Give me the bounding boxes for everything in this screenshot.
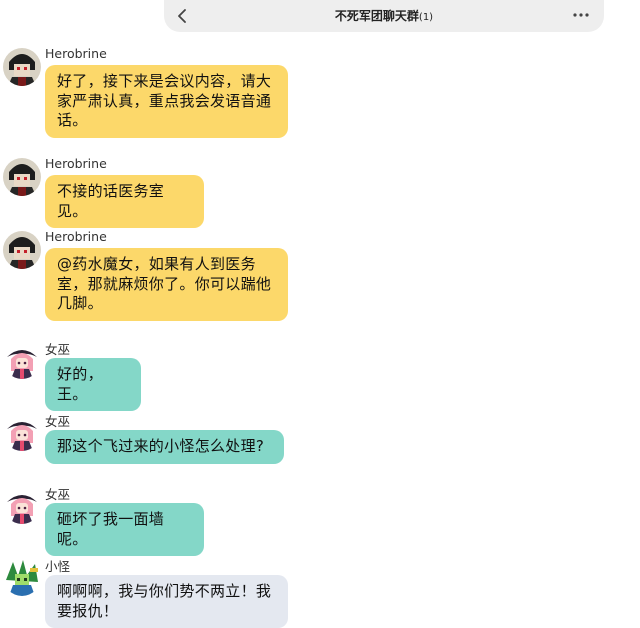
message-bubble[interactable]: 好的，王。 xyxy=(45,358,141,411)
avatar[interactable] xyxy=(3,413,41,451)
sender-name: 女巫 xyxy=(45,342,71,357)
avatar[interactable] xyxy=(3,48,41,86)
more-button[interactable] xyxy=(568,4,594,26)
sender-name: 小怪 xyxy=(45,559,71,574)
sender-name: Herobrine xyxy=(45,229,107,244)
avatar[interactable] xyxy=(3,341,41,379)
avatar[interactable] xyxy=(3,558,41,596)
message-bubble[interactable]: 那这个飞过来的小怪怎么处理? xyxy=(45,430,284,464)
top-bar: 不死军团聊天群(1) xyxy=(164,0,604,32)
sender-name: 女巫 xyxy=(45,414,71,429)
sender-name: Herobrine xyxy=(45,156,107,171)
more-horizontal-icon xyxy=(573,13,589,17)
chat-title: 不死军团聊天群(1) xyxy=(164,7,604,24)
sender-name: Herobrine xyxy=(45,46,107,61)
message-bubble[interactable]: 啊啊啊，我与你们势不两立！我要报仇！ xyxy=(45,575,288,628)
message-bubble[interactable]: 不接的话医务室见。 xyxy=(45,175,204,228)
message-bubble[interactable]: 砸坏了我一面墙呢。 xyxy=(45,503,204,556)
member-count: (1) xyxy=(418,12,434,23)
avatar[interactable] xyxy=(3,486,41,524)
avatar[interactable] xyxy=(3,158,41,196)
message-bubble[interactable]: 好了，接下来是会议内容，请大家严肃认真，重点我会发语音通话。 xyxy=(45,65,288,138)
sender-name: 女巫 xyxy=(45,487,71,502)
avatar[interactable] xyxy=(3,231,41,269)
message-bubble[interactable]: @药水魔女，如果有人到医务室，那就麻烦你了。你可以踹他几脚。 xyxy=(45,248,288,321)
group-name: 不死军团聊天群 xyxy=(334,9,419,23)
